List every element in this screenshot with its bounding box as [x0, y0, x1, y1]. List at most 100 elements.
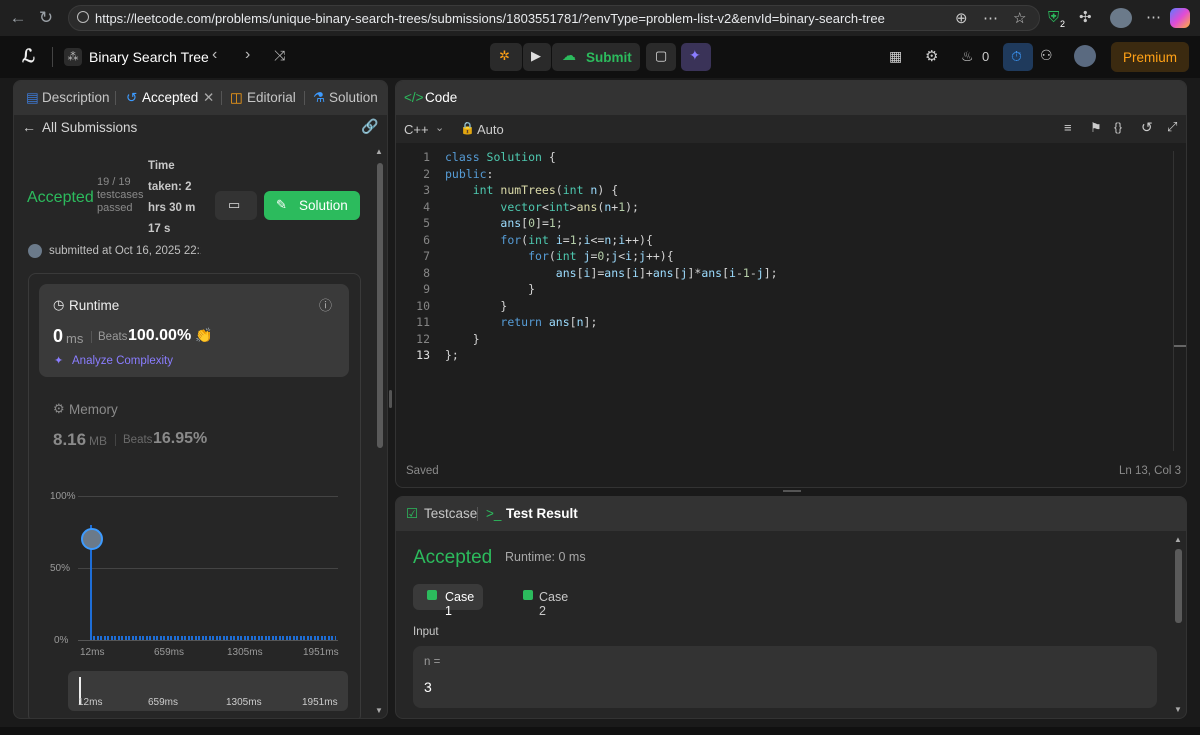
- shield-extension-icon[interactable]: ⛨: [1048, 8, 1059, 28]
- memory-title[interactable]: Memory: [69, 402, 118, 417]
- runtime-distribution-chart[interactable]: [90, 496, 338, 640]
- fire-streak-icon[interactable]: ♨: [961, 48, 974, 65]
- chart-bar[interactable]: [205, 635, 208, 640]
- code-line[interactable]: }: [445, 282, 535, 296]
- extensions-puzzle-icon[interactable]: ✣: [1079, 8, 1092, 28]
- chart-bar[interactable]: [254, 635, 257, 640]
- chart-bar[interactable]: [271, 635, 274, 640]
- chart-bar[interactable]: [121, 635, 124, 640]
- address-bar[interactable]: https://leetcode.com/problems/unique-bin…: [68, 5, 1040, 31]
- ai-assist-button[interactable]: ✦: [681, 43, 711, 71]
- chart-bar[interactable]: [131, 635, 134, 640]
- chart-bar[interactable]: [201, 635, 204, 640]
- chart-bar[interactable]: [208, 635, 211, 640]
- chart-bar[interactable]: [247, 635, 250, 640]
- tab-editorial[interactable]: Editorial: [247, 90, 296, 105]
- back-arrow-icon[interactable]: ←: [8, 8, 28, 28]
- tab-testcase[interactable]: Testcase: [424, 506, 477, 521]
- code-line[interactable]: return ans[n];: [445, 315, 597, 329]
- code-line[interactable]: public:: [445, 167, 493, 181]
- chart-bar[interactable]: [257, 635, 260, 640]
- shuffle-icon[interactable]: ⤨: [274, 47, 285, 64]
- chart-bar[interactable]: [114, 635, 117, 640]
- chart-bar[interactable]: [320, 635, 323, 640]
- code-line[interactable]: class Solution {: [445, 150, 556, 164]
- site-info-icon[interactable]: [77, 11, 89, 23]
- chart-bar[interactable]: [191, 635, 194, 640]
- range-slider[interactable]: 12ms 659ms 1305ms 1951ms: [68, 671, 348, 711]
- code-line[interactable]: }: [445, 299, 507, 313]
- chart-bar[interactable]: [100, 635, 103, 640]
- premium-button[interactable]: Premium: [1111, 42, 1189, 72]
- chart-bar[interactable]: [292, 635, 295, 640]
- settings-dots-icon[interactable]: ⋯: [1146, 8, 1161, 28]
- reload-icon[interactable]: ↻: [36, 8, 56, 28]
- submit-button[interactable]: ☁ Submit: [552, 43, 640, 71]
- chart-bar[interactable]: [187, 635, 190, 640]
- copilot-icon[interactable]: [1170, 8, 1190, 28]
- expand-icon[interactable]: ⤢: [1167, 119, 1177, 135]
- chart-bar[interactable]: [324, 635, 326, 640]
- chart-bar[interactable]: [93, 635, 96, 640]
- chart-bar[interactable]: [163, 635, 166, 640]
- chart-bar[interactable]: [117, 635, 120, 640]
- chart-bar[interactable]: [334, 635, 337, 640]
- chart-bar[interactable]: [268, 635, 271, 640]
- result-scrollbar-thumb[interactable]: [1175, 549, 1182, 623]
- chart-bar[interactable]: [233, 635, 236, 640]
- chart-bar[interactable]: [303, 635, 306, 640]
- next-problem-icon[interactable]: ›: [245, 46, 250, 64]
- chart-bar[interactable]: [166, 635, 169, 640]
- favorite-star-icon[interactable]: ☆: [1013, 9, 1026, 29]
- case-2-tab[interactable]: Case 2: [505, 584, 575, 618]
- chart-bar[interactable]: [331, 635, 333, 640]
- share-link-icon[interactable]: 🔗: [361, 118, 378, 135]
- close-tab-icon[interactable]: ✕: [203, 90, 214, 106]
- run-button[interactable]: ▶: [523, 43, 551, 71]
- auto-mode[interactable]: Auto: [477, 122, 504, 137]
- chart-bar[interactable]: [222, 635, 225, 640]
- chart-bar[interactable]: [96, 635, 99, 640]
- chart-bar[interactable]: [306, 635, 309, 640]
- chart-bar[interactable]: [327, 635, 330, 640]
- code-line[interactable]: vector<int>ans(n+1);: [445, 200, 639, 214]
- bookmark-icon[interactable]: ⚑: [1090, 120, 1102, 136]
- chart-bar[interactable]: [173, 635, 176, 640]
- chart-bar[interactable]: [313, 635, 316, 640]
- chart-bar[interactable]: [128, 635, 131, 640]
- format-icon[interactable]: ≡: [1064, 120, 1072, 135]
- chart-bar[interactable]: [145, 635, 148, 640]
- chart-bar[interactable]: [198, 635, 201, 640]
- braces-icon[interactable]: {}: [1114, 120, 1122, 134]
- scroll-down-icon[interactable]: ▼: [1174, 705, 1182, 714]
- chart-bar[interactable]: [299, 635, 302, 640]
- back-arrow-icon[interactable]: ←: [22, 119, 36, 135]
- gear-icon[interactable]: ⚙: [925, 47, 938, 65]
- chart-bar[interactable]: [289, 635, 292, 640]
- tab-solutions[interactable]: Solution: [329, 90, 378, 105]
- scrollbar-thumb[interactable]: [377, 163, 383, 448]
- chart-bar[interactable]: [264, 635, 267, 640]
- chart-bar[interactable]: [124, 635, 127, 640]
- chart-bar[interactable]: [285, 635, 288, 640]
- chart-bar[interactable]: [226, 635, 229, 640]
- analyze-complexity-link[interactable]: Analyze Complexity: [72, 355, 173, 367]
- chart-bar[interactable]: [282, 635, 285, 640]
- chart-bar[interactable]: [177, 635, 180, 640]
- timer-button[interactable]: ⏱: [1003, 43, 1033, 71]
- prev-problem-icon[interactable]: ‹: [212, 46, 217, 64]
- language-select[interactable]: C++: [404, 122, 429, 137]
- chart-bar[interactable]: [229, 635, 232, 640]
- layout-grid-icon[interactable]: ▦: [889, 48, 902, 65]
- chart-bar[interactable]: [103, 635, 106, 640]
- problem-list-title[interactable]: Binary Search Tree: [89, 49, 209, 65]
- info-icon[interactable]: ⓘ: [319, 295, 332, 314]
- code-line[interactable]: ans[0]=1;: [445, 216, 562, 230]
- chart-bar[interactable]: [243, 635, 246, 640]
- runtime-card[interactable]: ◷ Runtime ⓘ 0 ms Beats 100.00% 👏 ✦ Analy…: [39, 284, 349, 377]
- chart-bar[interactable]: [215, 635, 218, 640]
- horizontal-splitter[interactable]: [783, 490, 801, 492]
- chart-bar[interactable]: [180, 635, 183, 640]
- chart-bar[interactable]: [159, 635, 162, 640]
- debug-button[interactable]: ✲: [490, 43, 522, 71]
